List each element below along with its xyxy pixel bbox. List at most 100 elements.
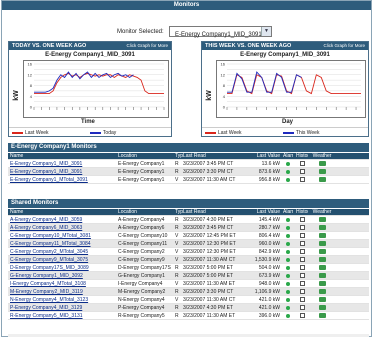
column-header[interactable]: Alarm	[283, 209, 293, 216]
alarm-status-icon[interactable]	[283, 216, 293, 224]
weather-icon[interactable]	[312, 256, 332, 264]
table-row[interactable]: C-Energy Company2_MTotal_3045 C-Energy Co…	[8, 248, 369, 256]
alarm-status-icon[interactable]	[283, 240, 293, 248]
table-row[interactable]: E-Energy Company1_MTotal_3091 E-Energy Co…	[8, 176, 369, 184]
cell-name[interactable]: I-Energy Company4_MTotal_3108	[10, 280, 118, 288]
alarm-status-icon[interactable]	[283, 176, 293, 184]
alarm-status-icon[interactable]	[283, 160, 293, 168]
cell-name[interactable]: N-Energy Company4_MTotal_3123	[10, 296, 118, 304]
cell-name[interactable]: C-Energy Company10_MTotal_3081	[10, 232, 118, 240]
cell-name[interactable]: G-Energy Company1_MID_3092	[10, 272, 118, 280]
column-header[interactable]: Weather	[312, 209, 332, 216]
column-header[interactable]: Last Read	[183, 209, 250, 216]
weather-icon[interactable]	[312, 232, 332, 240]
history-icon[interactable]	[296, 160, 308, 168]
table-row[interactable]: C-Energy Company11_MTotal_3084 C-Energy C…	[8, 240, 369, 248]
column-header[interactable]: History	[296, 209, 308, 216]
history-icon[interactable]	[296, 216, 308, 224]
column-header[interactable]: Last Read	[183, 153, 250, 160]
column-header[interactable]: Last Value	[250, 153, 280, 160]
alarm-status-icon[interactable]	[283, 288, 293, 296]
today-chart[interactable]: 0 4 8 12 16	[23, 60, 169, 118]
table-row[interactable]: M-Energy Company2_MID_3119 M-Energy Compa…	[8, 288, 369, 296]
cell-name[interactable]: C-Energy Company9_MTotal_3075	[10, 256, 118, 264]
cell-name[interactable]: E-Energy Company1_MID_3091	[10, 160, 118, 168]
cell-name[interactable]: D-Energy Company17S_MID_3089	[10, 264, 118, 272]
table-row[interactable]: N-Energy Company4_MTotal_3123 N-Energy Co…	[8, 296, 369, 304]
cell-name[interactable]: C-Energy Company2_MTotal_3045	[10, 248, 118, 256]
weather-icon[interactable]	[312, 216, 332, 224]
weather-icon[interactable]	[312, 296, 332, 304]
chevron-down-icon[interactable]: ▼	[261, 27, 271, 36]
alarm-status-icon[interactable]	[283, 304, 293, 312]
alarm-status-icon[interactable]	[283, 224, 293, 232]
history-icon[interactable]	[296, 224, 308, 232]
alarm-status-icon[interactable]	[283, 248, 293, 256]
table-row[interactable]: A-Energy Company4_MID_3059 A-Energy Compa…	[8, 216, 369, 224]
weather-icon[interactable]	[312, 160, 332, 168]
weather-icon[interactable]	[312, 304, 332, 312]
weather-icon[interactable]	[312, 288, 332, 296]
weather-icon[interactable]	[312, 264, 332, 272]
history-icon[interactable]	[296, 296, 308, 304]
column-header[interactable]: Alarm	[283, 153, 293, 160]
table-row[interactable]: E-Energy Company1_MID_3091 E-Energy Compa…	[8, 168, 369, 176]
alarm-status-icon[interactable]	[283, 280, 293, 288]
alarm-status-icon[interactable]	[283, 264, 293, 272]
alarm-status-icon[interactable]	[283, 296, 293, 304]
cell-name[interactable]: C-Energy Company11_MTotal_3084	[10, 240, 118, 248]
history-icon[interactable]	[296, 168, 308, 176]
history-icon[interactable]	[296, 272, 308, 280]
table-row[interactable]: C-Energy Company10_MTotal_3081 C-Energy C…	[8, 232, 369, 240]
table-row[interactable]: I-Energy Company4_MTotal_3108 I-Energy Co…	[8, 280, 369, 288]
monitor-select[interactable]: E-Energy Company1_MID_3091 ▼	[169, 26, 272, 38]
column-header[interactable]: Location	[118, 209, 175, 216]
alarm-status-icon[interactable]	[283, 256, 293, 264]
more-graph-link[interactable]: Click Graph for More	[126, 42, 168, 50]
cell-name[interactable]: R-Energy Company5_MID_3131	[10, 312, 118, 320]
alarm-status-icon[interactable]	[283, 232, 293, 240]
table-row[interactable]: A-Energy Company6_MID_3063 A-Energy Compa…	[8, 224, 369, 232]
history-icon[interactable]	[296, 256, 308, 264]
history-icon[interactable]	[296, 176, 308, 184]
table-row[interactable]: C-Energy Company9_MTotal_3075 C-Energy Co…	[8, 256, 369, 264]
table-row[interactable]: P-Energy Company4_MID_3129 P-Energy Compa…	[8, 304, 369, 312]
weather-icon[interactable]	[312, 280, 332, 288]
column-header[interactable]: Weather	[312, 153, 332, 160]
history-icon[interactable]	[296, 240, 308, 248]
weather-icon[interactable]	[312, 248, 332, 256]
history-icon[interactable]	[296, 232, 308, 240]
weather-icon[interactable]	[312, 168, 332, 176]
table-row[interactable]: R-Energy Company5_MID_3131 R-Energy Compa…	[8, 312, 369, 320]
history-icon[interactable]	[296, 280, 308, 288]
table-row[interactable]: E-Energy Company1_MID_3091 E-Energy Compa…	[8, 160, 369, 168]
cell-name[interactable]: A-Energy Company4_MID_3059	[10, 216, 118, 224]
column-header[interactable]: History	[296, 153, 308, 160]
column-header[interactable]: Name	[10, 153, 118, 160]
alarm-status-icon[interactable]	[283, 312, 293, 320]
cell-name[interactable]: P-Energy Company4_MID_3129	[10, 304, 118, 312]
more-graph-link[interactable]: Click Graph for More	[323, 42, 365, 50]
column-header[interactable]: Type	[175, 153, 183, 160]
cell-name[interactable]: E-Energy Company1_MID_3091	[10, 168, 118, 176]
history-icon[interactable]	[296, 288, 308, 296]
table-row[interactable]: G-Energy Company1_MID_3092 G-Energy Compa…	[8, 272, 369, 280]
column-header[interactable]: Name	[10, 209, 118, 216]
weather-icon[interactable]	[312, 312, 332, 320]
history-icon[interactable]	[296, 304, 308, 312]
cell-name[interactable]: E-Energy Company1_MTotal_3091	[10, 176, 118, 184]
column-header[interactable]: Location	[118, 153, 175, 160]
cell-name[interactable]: A-Energy Company6_MID_3063	[10, 224, 118, 232]
week-chart[interactable]: 0 4 8 12 16	[216, 60, 366, 118]
table-row[interactable]: D-Energy Company17S_MID_3089 D-Energy Com…	[8, 264, 369, 272]
column-header[interactable]: Type	[175, 209, 183, 216]
weather-icon[interactable]	[312, 224, 332, 232]
weather-icon[interactable]	[312, 176, 332, 184]
alarm-status-icon[interactable]	[283, 272, 293, 280]
alarm-status-icon[interactable]	[283, 168, 293, 176]
weather-icon[interactable]	[312, 272, 332, 280]
history-icon[interactable]	[296, 248, 308, 256]
history-icon[interactable]	[296, 312, 308, 320]
cell-name[interactable]: M-Energy Company2_MID_3119	[10, 288, 118, 296]
weather-icon[interactable]	[312, 240, 332, 248]
